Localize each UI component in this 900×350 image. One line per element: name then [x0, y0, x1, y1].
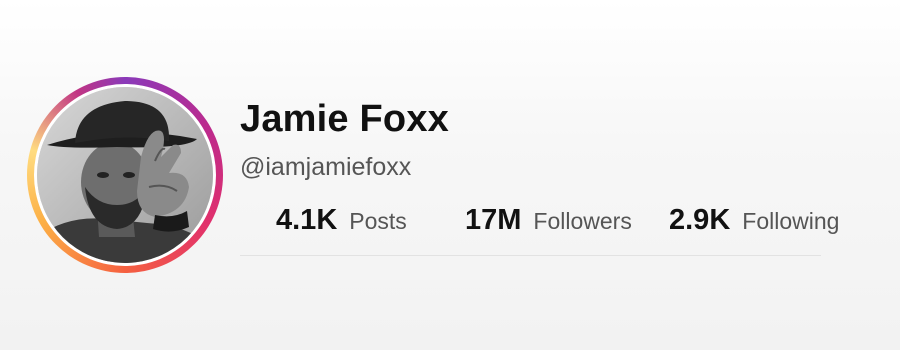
- profile-stats: 4.1K Posts 17M Followers 2.9K Following: [240, 204, 839, 242]
- stat-posts-value: 4.1K: [276, 204, 338, 236]
- stat-following[interactable]: 2.9K Following: [669, 204, 839, 242]
- profile-handle: @iamjamiefoxx: [240, 153, 412, 181]
- stat-following-label: Following: [742, 208, 840, 234]
- story-ring[interactable]: [27, 77, 223, 273]
- profile-header: Jamie Foxx @iamjamiefoxx 4.1K Posts 17M …: [0, 0, 900, 350]
- stat-following-value: 2.9K: [669, 204, 731, 236]
- stat-posts-label: Posts: [349, 208, 407, 234]
- avatar-border: [34, 84, 216, 266]
- divider: [240, 255, 821, 256]
- avatar[interactable]: [37, 87, 213, 263]
- avatar-photo: [37, 87, 213, 263]
- stat-followers-value: 17M: [465, 204, 522, 236]
- stat-posts[interactable]: 4.1K Posts: [276, 204, 407, 242]
- stat-followers[interactable]: 17M Followers: [465, 204, 632, 242]
- profile-name: Jamie Foxx: [240, 98, 449, 140]
- stat-followers-label: Followers: [533, 208, 632, 234]
